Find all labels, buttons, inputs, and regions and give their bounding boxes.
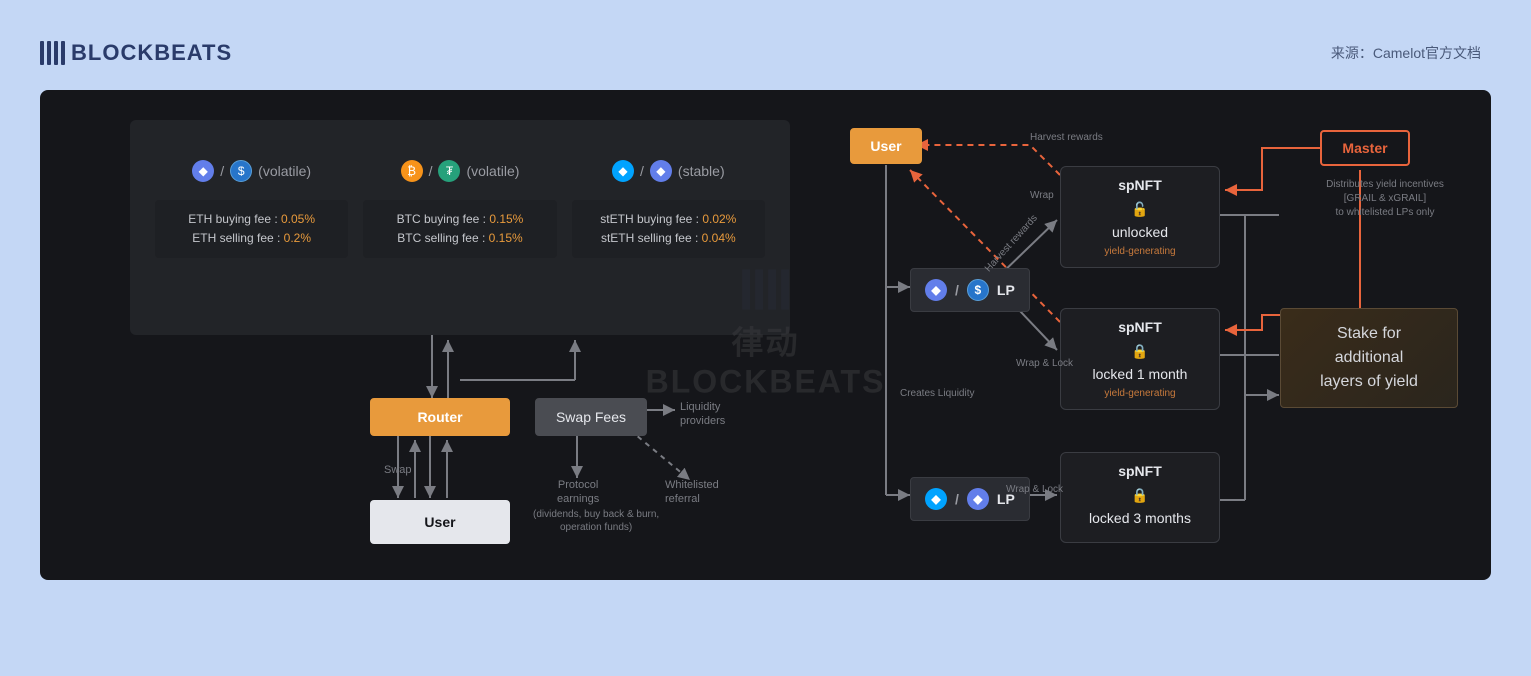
fee-col-1: ◆/$(volatile) ETH buying fee : 0.05% ETH…	[155, 160, 348, 295]
fee-col-2: ₿/₮(volatile) BTC buying fee : 0.15% BTC…	[363, 160, 556, 295]
eth-icon: ◆	[650, 160, 672, 182]
eth-icon: ◆	[967, 488, 989, 510]
usd-icon: $	[967, 279, 989, 301]
stake-box: Stake for additional layers of yield	[1280, 308, 1458, 408]
btc-icon: ₿	[401, 160, 423, 182]
protocol-earnings-label: Protocol earnings	[557, 478, 599, 507]
eth-icon: ◆	[192, 160, 214, 182]
architecture-diagram: 律动 BLOCKBEATS ◆/$(volatile) ETH buying f…	[40, 90, 1491, 580]
lock-icon: 🔒	[1075, 343, 1205, 360]
source-label: 来源：Camelot官方文档	[1331, 43, 1481, 63]
usdt-icon: ₮	[438, 160, 460, 182]
steth-icon: ◆	[612, 160, 634, 182]
logo-text: BLOCKBEATS	[71, 40, 232, 66]
spnft-status: unlocked	[1075, 224, 1205, 240]
blockbeats-logo: BLOCKBEATS	[40, 40, 232, 66]
pair-type: (volatile)	[466, 163, 519, 179]
wrap-lock-label: Wrap & Lock	[1016, 358, 1073, 369]
spnft-unlocked: spNFT 🔓 unlocked yield-generating	[1060, 166, 1220, 268]
pair-type: (volatile)	[258, 163, 311, 179]
creates-liquidity-label: Creates Liquidity	[900, 388, 974, 399]
eth-icon: ◆	[925, 279, 947, 301]
master-box: Master	[1320, 130, 1410, 166]
harvest-label-2: Harvest rewards	[983, 213, 1040, 274]
spnft-title: spNFT	[1075, 319, 1205, 335]
usd-icon: $	[230, 160, 252, 182]
lp-label: LP	[997, 282, 1015, 298]
swap-fees-box: Swap Fees	[535, 398, 647, 436]
spnft-status: locked 3 months	[1075, 510, 1205, 526]
wrap-label: Wrap	[1030, 190, 1054, 201]
steth-icon: ◆	[925, 488, 947, 510]
spnft-status: locked 1 month	[1075, 366, 1205, 382]
user-box: User	[370, 500, 510, 544]
lp-box-1: ◆/$LP	[910, 268, 1030, 312]
whitelisted-referral-label: Whitelisted referral	[665, 478, 719, 507]
spnft-locked-3m: spNFT 🔒 locked 3 months	[1060, 452, 1220, 543]
spnft-title: spNFT	[1075, 463, 1205, 479]
pair-type: (stable)	[678, 163, 725, 179]
protocol-sub-label: (dividends, buy back & burn, operation f…	[533, 508, 659, 534]
spnft-locked-1m: spNFT 🔒 locked 1 month yield-generating	[1060, 308, 1220, 410]
master-note: Distributes yield incentives [GRAIL & xG…	[1315, 178, 1455, 220]
spnft-title: spNFT	[1075, 177, 1205, 193]
fee-col-3: ◆/◆(stable) stETH buying fee : 0.02% stE…	[572, 160, 765, 295]
harvest-label: Harvest rewards	[1030, 132, 1103, 143]
fee-panel: ◆/$(volatile) ETH buying fee : 0.05% ETH…	[130, 120, 790, 335]
router-box: Router	[370, 398, 510, 436]
swap-label: Swap	[384, 464, 412, 476]
spnft-gen: yield-generating	[1075, 246, 1205, 257]
lock-icon: 🔒	[1075, 487, 1205, 504]
spnft-gen: yield-generating	[1075, 388, 1205, 399]
liquidity-providers-label: Liquidity providers	[680, 400, 725, 429]
unlock-icon: 🔓	[1075, 201, 1205, 218]
watermark-text2: BLOCKBEATS	[646, 364, 886, 401]
user-box-right: User	[850, 128, 922, 164]
wrap-lock-label-2: Wrap & Lock	[1006, 484, 1063, 495]
